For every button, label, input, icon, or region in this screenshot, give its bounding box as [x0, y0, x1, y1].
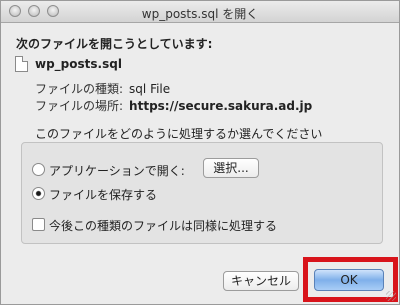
file-type-row: ファイルの種類: sql File: [35, 80, 170, 97]
choose-application-button[interactable]: 選択...: [203, 158, 259, 178]
file-location-label: ファイルの場所:: [35, 99, 124, 113]
remember-choice-label[interactable]: 今後この種類のファイルは同様に処理する: [49, 217, 277, 234]
save-file-label[interactable]: ファイルを保存する: [49, 186, 157, 203]
open-with-radio[interactable]: [32, 163, 45, 176]
action-question: このファイルをどのように処理するか選んでください: [35, 127, 323, 141]
title-bar: wp_posts.sql を開く: [1, 1, 399, 23]
save-file-radio[interactable]: [32, 187, 45, 200]
document-icon: [15, 56, 28, 72]
open-with-label[interactable]: アプリケーションで開く:: [49, 162, 185, 179]
resize-grip[interactable]: [386, 291, 396, 301]
window-title: wp_posts.sql を開く: [141, 7, 259, 21]
file-location-value: https://secure.sakura.ad.jp: [129, 99, 313, 113]
remember-choice-checkbox[interactable]: [32, 218, 45, 231]
file-type-label: ファイルの種類:: [35, 82, 124, 96]
file-location-row: ファイルの場所: https://secure.sakura.ad.jp: [35, 97, 312, 114]
cancel-button[interactable]: キャンセル: [223, 271, 299, 291]
file-name: wp_posts.sql: [35, 57, 122, 71]
file-type-value: sql File: [129, 82, 171, 96]
download-dialog: wp_posts.sql を開く 次のファイルを開こうとしています: wp_po…: [0, 0, 400, 305]
dialog-heading: 次のファイルを開こうとしています:: [16, 37, 213, 51]
ok-button[interactable]: OK: [314, 269, 384, 291]
